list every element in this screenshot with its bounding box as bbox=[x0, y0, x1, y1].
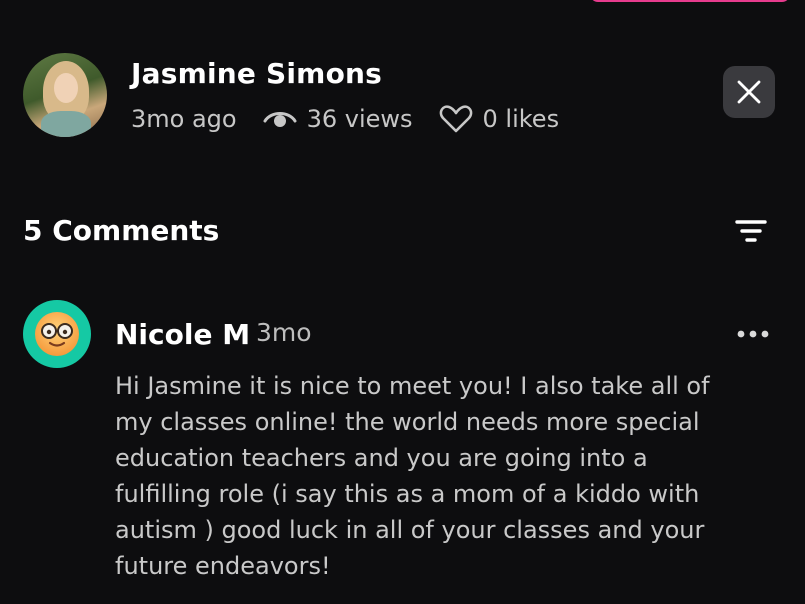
comment-line: Hi Jasmine it is nice to meet you! I als… bbox=[115, 372, 710, 400]
comment-line: my classes online! the world needs more … bbox=[115, 408, 700, 436]
author-name[interactable]: Jasmine Simons bbox=[131, 57, 382, 90]
view-count: 36 views bbox=[306, 105, 413, 133]
comment-line: education teachers and you are going int… bbox=[115, 444, 648, 472]
author-avatar[interactable] bbox=[23, 53, 107, 137]
comment-item: Nicole M 3mo Hi Jasmine it is nice to me… bbox=[23, 300, 783, 600]
like-count: 0 likes bbox=[482, 105, 560, 133]
commenter-avatar[interactable] bbox=[23, 300, 91, 368]
comments-count-title: 5 Comments bbox=[23, 214, 220, 247]
comment-more-button[interactable] bbox=[735, 324, 771, 344]
eye-icon bbox=[263, 108, 297, 130]
more-horizontal-icon bbox=[737, 330, 769, 338]
comment-author[interactable]: Nicole M bbox=[115, 318, 250, 351]
comment-time: 3mo bbox=[256, 318, 312, 347]
comment-body: Hi Jasmine it is nice to meet you! I als… bbox=[115, 368, 765, 584]
post-header: Jasmine Simons 3mo ago 36 views 0 likes bbox=[23, 53, 783, 137]
sunglasses-emoji-icon bbox=[35, 312, 79, 356]
heart-icon[interactable] bbox=[439, 104, 473, 134]
comment-line: future endeavors! bbox=[115, 552, 331, 580]
comments-header: 5 Comments bbox=[23, 210, 773, 254]
comment-line: autism ) good luck in all of your classe… bbox=[115, 516, 705, 544]
filter-icon bbox=[735, 220, 767, 242]
comment-line: fulfilling role (i say this as a mom of … bbox=[115, 480, 700, 508]
close-button[interactable] bbox=[723, 66, 775, 118]
close-icon bbox=[737, 80, 761, 104]
post-comments-screen: Jasmine Simons 3mo ago 36 views 0 likes bbox=[0, 0, 805, 604]
post-time: 3mo ago bbox=[131, 105, 237, 133]
post-meta: 3mo ago 36 views 0 likes bbox=[131, 102, 559, 136]
sort-comments-button[interactable] bbox=[733, 214, 769, 248]
top-accent-bar bbox=[590, 0, 790, 2]
